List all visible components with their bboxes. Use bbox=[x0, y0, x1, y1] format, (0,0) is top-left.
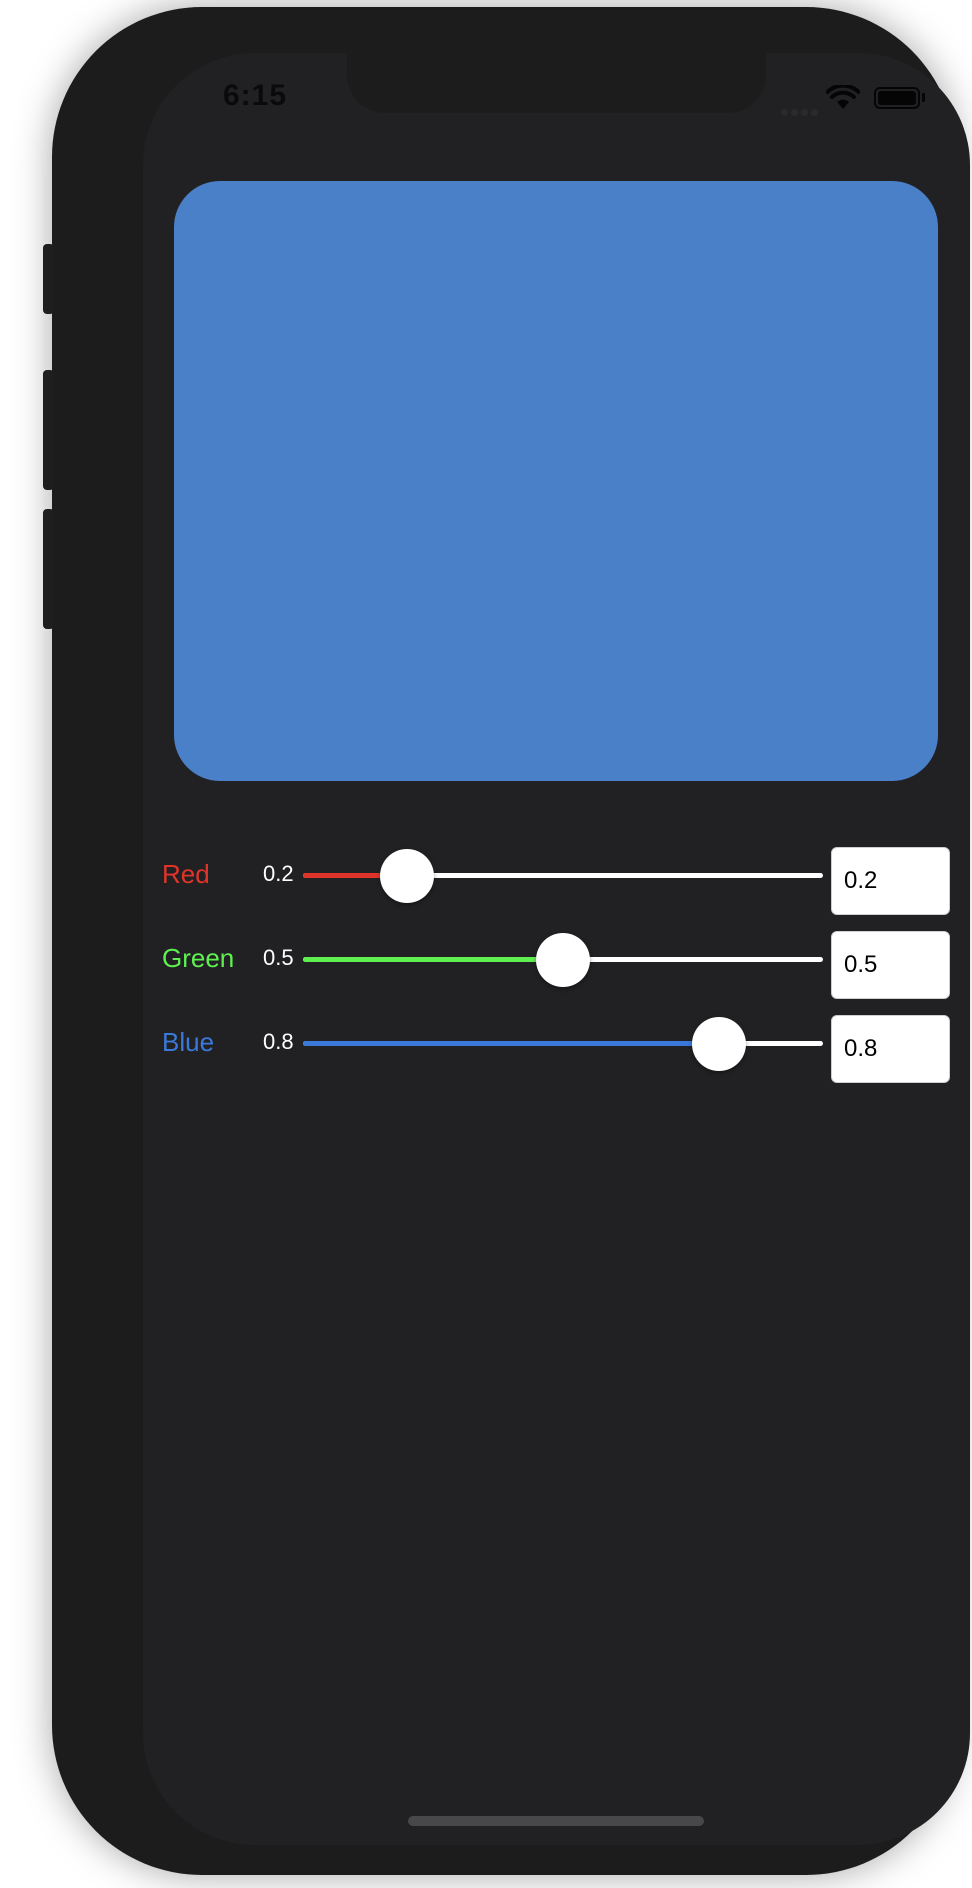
green-row: Green 0.5 bbox=[143, 925, 970, 999]
blue-row: Blue 0.8 bbox=[143, 1009, 970, 1083]
notch bbox=[347, 53, 766, 113]
blue-value-field[interactable] bbox=[831, 1015, 950, 1083]
blue-label: Blue bbox=[162, 1027, 215, 1057]
green-value-label: 0.5 bbox=[263, 945, 294, 970]
blue-value-label: 0.8 bbox=[263, 1029, 294, 1054]
blue-slider-fill bbox=[303, 1041, 719, 1046]
silent-switch bbox=[43, 244, 54, 314]
cellular-dots-icon bbox=[781, 103, 821, 121]
green-slider-fill bbox=[303, 957, 563, 962]
battery-icon bbox=[874, 87, 920, 109]
red-value-label: 0.2 bbox=[263, 861, 294, 886]
blue-slider[interactable] bbox=[303, 1017, 823, 1071]
volume-down-button bbox=[43, 509, 54, 629]
red-row: Red 0.2 bbox=[143, 841, 970, 915]
battery-tip bbox=[922, 93, 925, 102]
green-value-field[interactable] bbox=[831, 931, 950, 999]
status-time: 6:15 bbox=[223, 79, 288, 112]
blue-slider-thumb[interactable] bbox=[692, 1017, 746, 1071]
red-slider[interactable] bbox=[303, 849, 823, 903]
red-value-field[interactable] bbox=[831, 847, 950, 915]
color-preview bbox=[174, 181, 938, 781]
volume-up-button bbox=[43, 370, 54, 490]
green-label: Green bbox=[162, 943, 235, 973]
green-slider-thumb[interactable] bbox=[536, 933, 590, 987]
red-slider-thumb[interactable] bbox=[380, 849, 434, 903]
app-screen: 6:15 Red 0.2 Green 0.5 bbox=[143, 53, 970, 1845]
home-indicator[interactable] bbox=[408, 1816, 704, 1826]
wifi-icon bbox=[826, 85, 860, 109]
green-slider[interactable] bbox=[303, 933, 823, 987]
device-frame: 6:15 Red 0.2 Green 0.5 bbox=[43, 7, 970, 1875]
red-label: Red bbox=[162, 859, 210, 889]
